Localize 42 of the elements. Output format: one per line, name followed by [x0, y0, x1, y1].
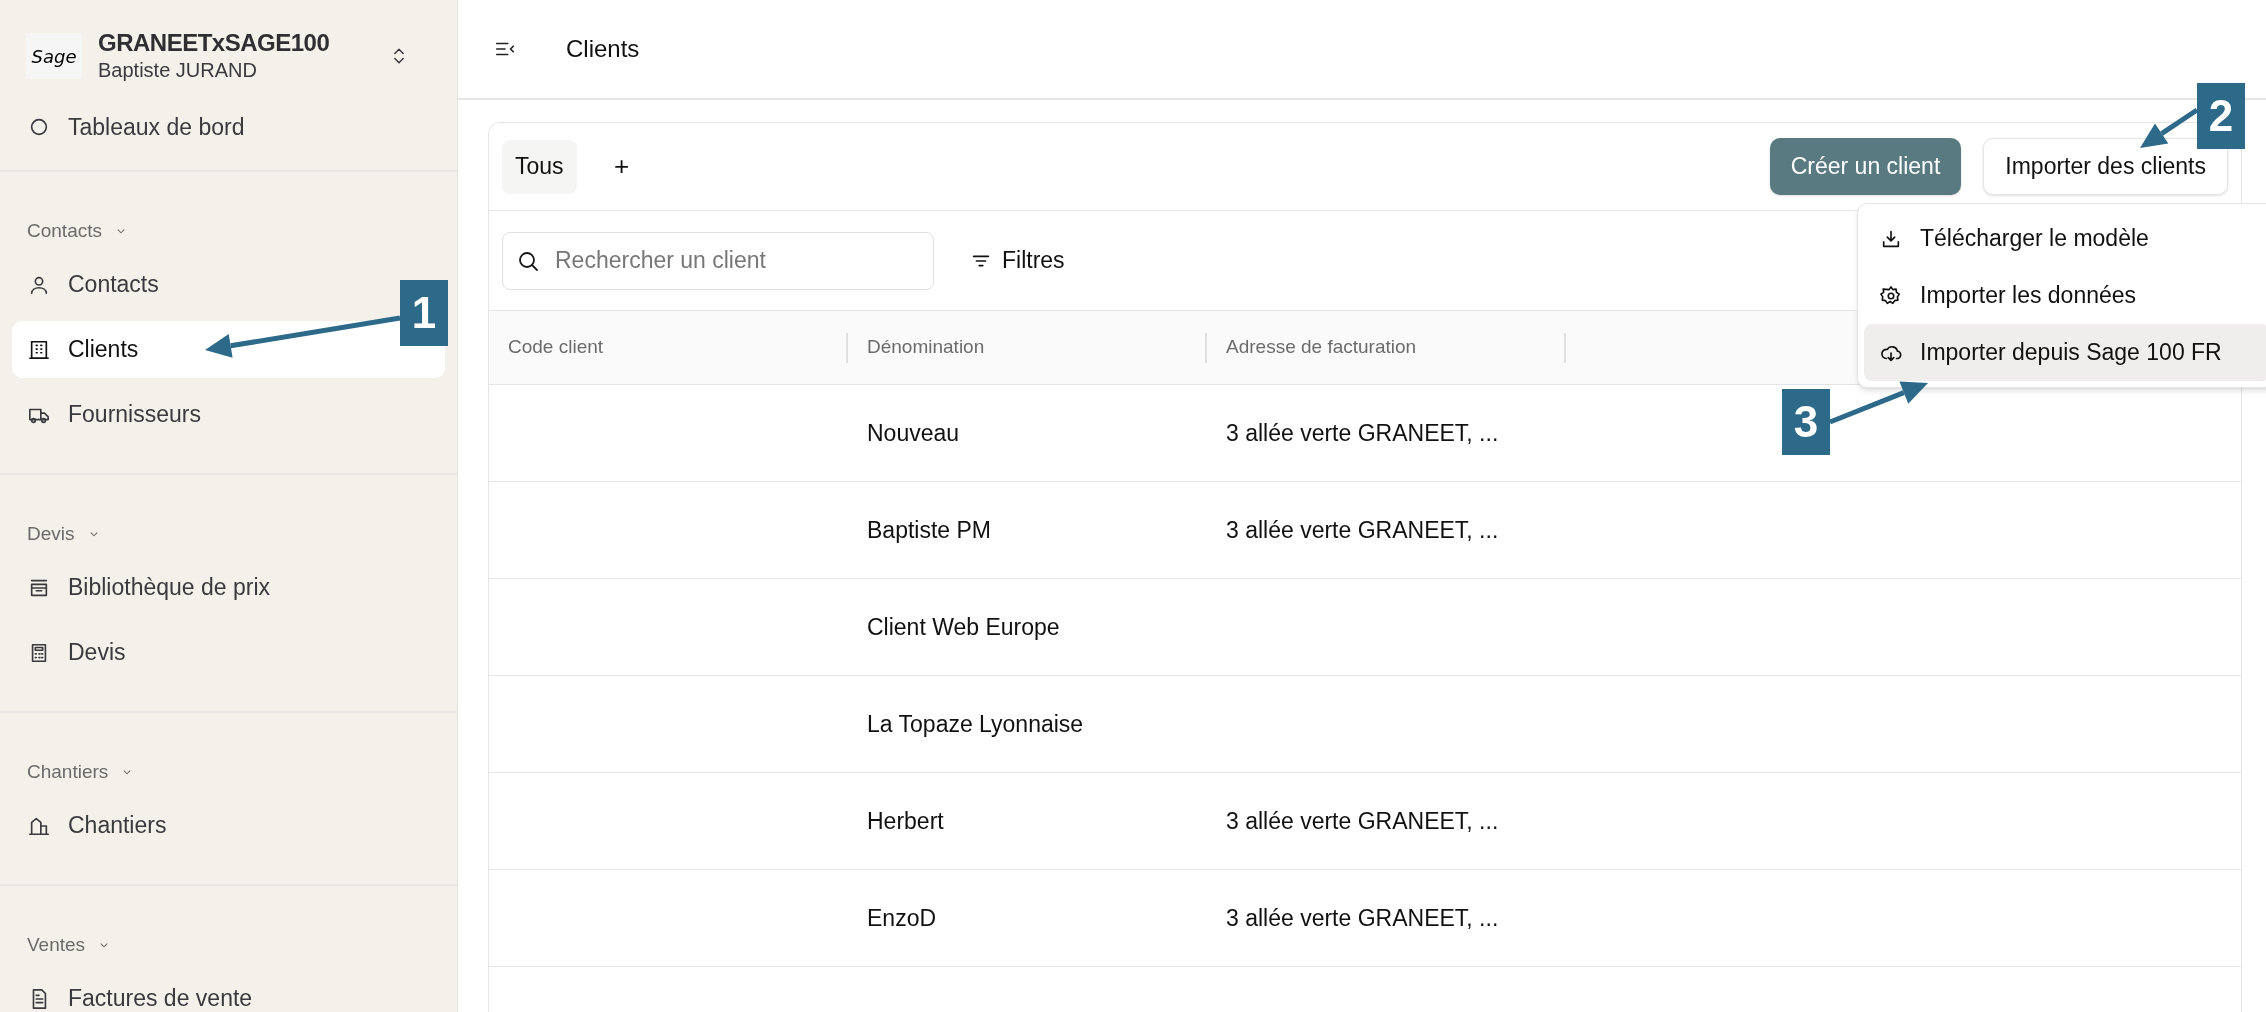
page-title: Clients	[566, 34, 640, 64]
nav-item[interactable]: Chantiers	[12, 797, 183, 854]
workspace-name: GRANEETxSAGE100	[98, 29, 331, 57]
table-cell: Nouveau	[867, 419, 960, 446]
table-cell: Client Web Europe	[867, 613, 1060, 640]
circle-icon	[28, 116, 50, 138]
nav-item[interactable]: Contacts	[12, 256, 175, 313]
user-name: Baptiste JURAND	[98, 58, 258, 83]
table-cell: Herbert	[867, 807, 944, 834]
section-header[interactable]: Contacts	[12, 214, 143, 248]
section-header[interactable]: Chantiers	[12, 755, 150, 789]
logo: Sage	[26, 33, 82, 79]
table-cell: 3 allée verte GRANEET, ...	[1226, 516, 1499, 543]
column-header: Dénomination	[867, 335, 985, 360]
section-header[interactable]: Devis	[12, 517, 116, 551]
gear-icon	[1880, 284, 1902, 307]
column-header: Code client	[508, 335, 604, 360]
table-cell: EnzoD	[867, 904, 937, 931]
nav-item[interactable]: Factures de vente	[12, 970, 269, 1012]
callout-badge: 2	[2197, 83, 2245, 149]
column-header: Adresse de facturation	[1226, 335, 1417, 360]
nav-item[interactable]: Tableaux de bord	[0, 112, 457, 142]
search-field[interactable]: Rechercher un client	[502, 231, 934, 290]
add-tab-button[interactable]: +	[606, 146, 637, 187]
table-cell: 3 allée verte GRANEET, ...	[1226, 419, 1499, 446]
table-cell: Baptiste PM	[867, 516, 991, 543]
callout-badge: 3	[1782, 389, 1830, 455]
table-cell: 3 allée verte GRANEET, ...	[1226, 904, 1499, 931]
nav-item[interactable]: Bibliothèque de prix	[12, 559, 287, 616]
import-clients-button[interactable]: Importer des clients	[1983, 138, 2228, 195]
callout-badge: 1	[400, 280, 448, 346]
create-client-button[interactable]: Créer un client	[1769, 138, 1962, 195]
nav-item[interactable]: Fournisseurs	[12, 386, 217, 443]
menu-item[interactable]: Importer depuis Sage 100 FR	[1864, 324, 2266, 381]
view-tab[interactable]: Tous	[502, 139, 577, 194]
building-icon	[28, 338, 50, 361]
table-cell: La Topaze Lyonnaise	[867, 710, 1084, 737]
table-cell: 3 allée verte GRANEET, ...	[1226, 807, 1499, 834]
filters-button[interactable]: Filtres	[970, 240, 1065, 281]
callout-arrow	[2140, 107, 2199, 148]
section-header[interactable]: Ventes	[12, 928, 127, 962]
nav-item[interactable]: Devis	[12, 624, 142, 681]
